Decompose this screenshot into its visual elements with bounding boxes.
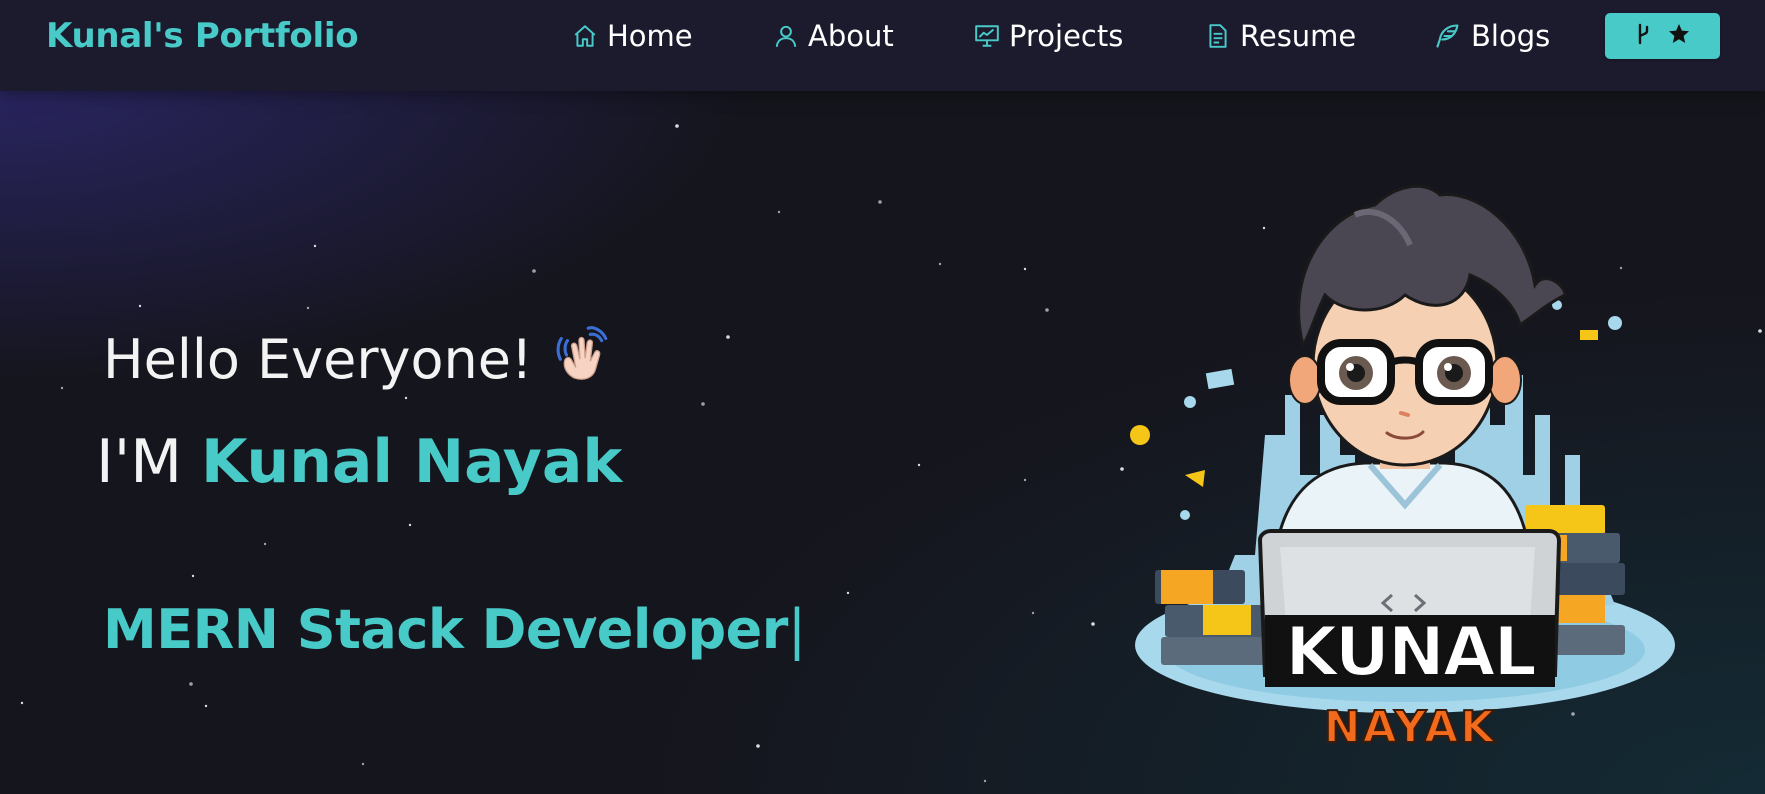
avatar-kunal-text: KUNAL	[1285, 613, 1535, 692]
star-dot	[532, 269, 536, 273]
star-dot	[1023, 267, 1027, 271]
nav-blogs[interactable]: Blogs	[1434, 16, 1550, 56]
star-dot	[60, 386, 64, 390]
star-dot	[1031, 611, 1035, 615]
wave-hand-icon	[551, 322, 613, 397]
presentation-chart-icon	[974, 23, 1000, 49]
hero-intro: I'M Kunal Nayak	[96, 427, 622, 497]
git-fork-icon	[1635, 22, 1651, 50]
star-dot	[1091, 622, 1095, 626]
star-dot	[675, 124, 679, 128]
star-dot	[1023, 478, 1027, 482]
star-dot	[191, 574, 195, 578]
nav-resume[interactable]: Resume	[1205, 16, 1356, 56]
star-dot	[263, 542, 267, 546]
star-dot	[204, 704, 208, 708]
star-dot	[361, 762, 365, 766]
hero-role: MERN Stack Developer|	[103, 598, 806, 661]
nav-about[interactable]: About	[773, 16, 894, 56]
hero-greeting: Hello Everyone!	[103, 322, 613, 397]
star-dot	[408, 523, 412, 527]
role-text: MERN Stack Developer	[103, 598, 788, 661]
typing-cursor: |	[787, 598, 806, 661]
star-dot	[404, 396, 408, 400]
feather-icon	[1434, 22, 1462, 50]
star-dot	[938, 262, 942, 266]
nav-home[interactable]: Home	[572, 16, 693, 56]
nav-resume-label: Resume	[1240, 19, 1357, 53]
avatar-nayak-text: NAYAK	[1324, 702, 1496, 753]
star-dot	[313, 244, 317, 248]
star-dot	[878, 200, 882, 204]
nav-projects[interactable]: Projects	[974, 16, 1123, 56]
avatar-illustration: KUNAL NAYAK	[1125, 175, 1685, 755]
star-dot	[777, 210, 781, 214]
greeting-text: Hello Everyone!	[103, 328, 533, 391]
hero-name: Kunal Nayak	[201, 427, 623, 497]
star-dot	[701, 402, 705, 406]
star-dot	[1120, 467, 1124, 471]
star-dot	[1758, 329, 1762, 333]
github-fork-star-button[interactable]	[1605, 13, 1720, 59]
star-dot	[1045, 308, 1049, 312]
home-icon	[572, 23, 598, 49]
star-dot	[846, 591, 850, 595]
nav-about-label: About	[808, 19, 894, 53]
star-dot	[756, 744, 760, 748]
star-dot	[726, 335, 730, 339]
document-icon	[1205, 23, 1231, 49]
brand-logo[interactable]: Kunal's Portfolio	[46, 16, 359, 56]
star-dot	[983, 779, 987, 783]
intro-prefix: I'M	[96, 427, 182, 497]
nav-blogs-label: Blogs	[1471, 19, 1551, 53]
star-dot	[138, 304, 142, 308]
nav-home-label: Home	[607, 19, 693, 53]
nav-projects-label: Projects	[1009, 19, 1124, 53]
star-dot	[20, 701, 24, 705]
user-icon	[773, 23, 799, 49]
star-dot	[189, 682, 193, 686]
star-icon	[1667, 22, 1691, 50]
navbar: Kunal's Portfolio Home About Projects Re…	[0, 0, 1765, 91]
star-dot	[306, 306, 310, 310]
star-dot	[917, 463, 921, 467]
